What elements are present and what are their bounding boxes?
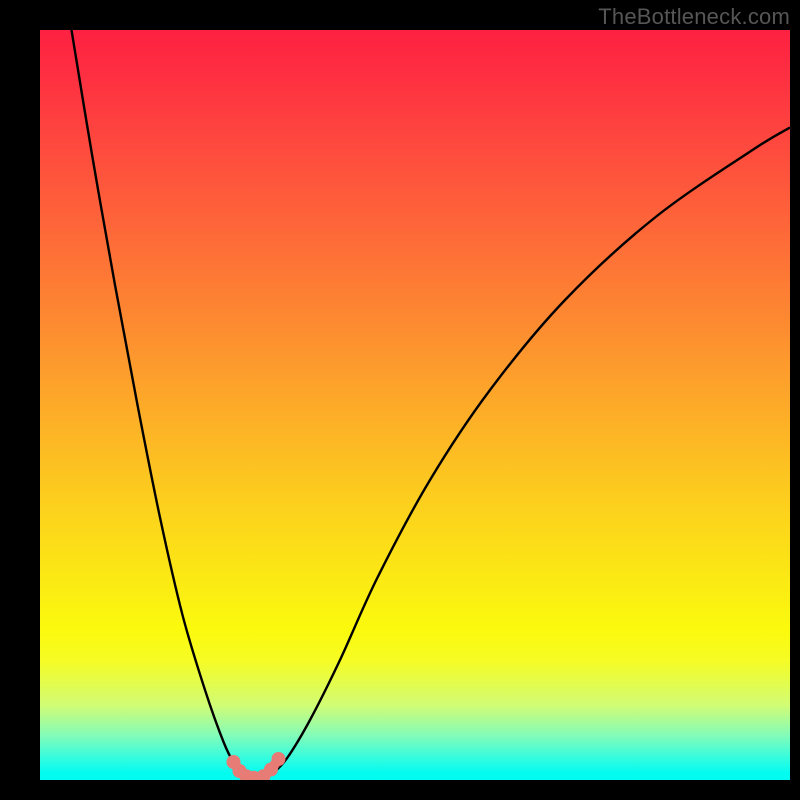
watermark-text: TheBottleneck.com <box>598 4 790 30</box>
valley-marker-dot <box>272 752 286 766</box>
valley-markers <box>40 30 790 780</box>
chart-frame: TheBottleneck.com <box>0 0 800 800</box>
valley-dot-group <box>227 752 286 780</box>
plot-area <box>40 30 790 780</box>
